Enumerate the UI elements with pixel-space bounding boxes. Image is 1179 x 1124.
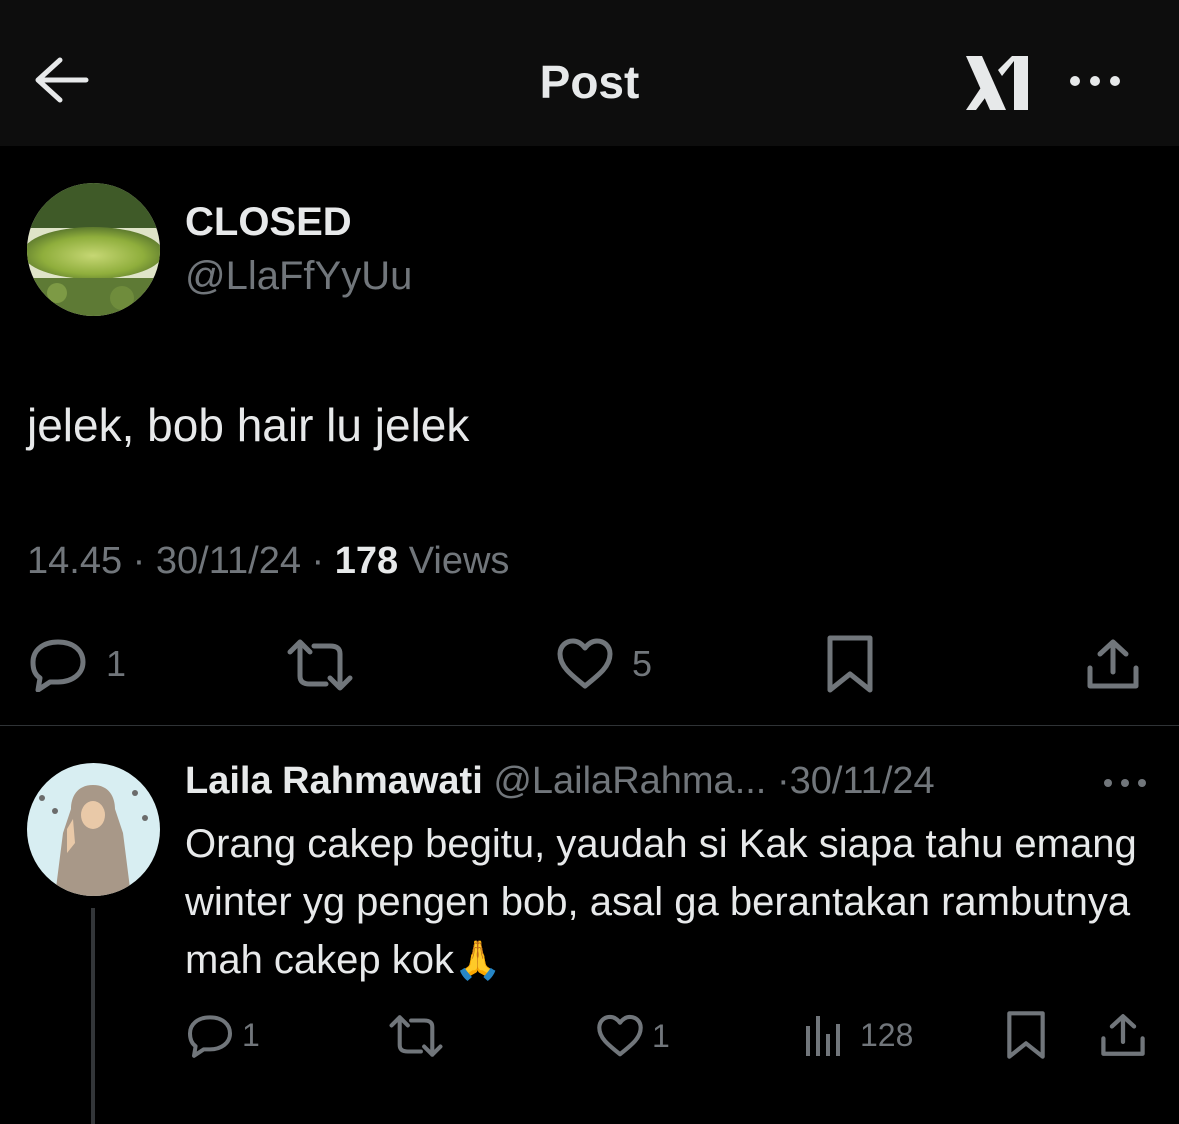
share-button[interactable] [1100,1012,1146,1058]
more-horizontal-icon[interactable] [1065,66,1125,96]
repost-button[interactable] [388,1014,444,1058]
reply-count: 1 [106,643,127,684]
reply-text-block: Orang cakep begitu, yaudah si Kak siapa … [185,815,1145,990]
share-icon [1101,1014,1145,1056]
reply-header: Laila Rahmawati @LailaRahma... ·30/11/24 [185,760,935,803]
views-label: Views [408,540,510,582]
views-count: 128 [860,1016,914,1053]
more-horizontal-icon[interactable] [1100,768,1150,798]
bookmark-icon [1007,1011,1045,1059]
post-meta: 14.45 · 30/11/24 · 178 Views [27,540,509,583]
heart-icon [557,638,613,689]
bookmark-icon [827,635,873,693]
reply-date[interactable]: 30/11/24 [790,760,935,802]
repost-icon [287,639,353,691]
separator-dot: · [132,540,156,582]
reply-button[interactable]: 1 [186,1012,260,1058]
reply-icon [30,639,86,692]
like-count: 5 [632,643,653,684]
pray-emoji-icon: 🙏 [454,940,502,982]
repost-button[interactable] [286,638,354,692]
author-handle[interactable]: @LlaFfYyUu [185,254,412,299]
bookmark-button[interactable] [1006,1010,1046,1060]
like-button[interactable]: 5 [556,638,652,690]
top-bar: Post [0,0,1179,146]
repost-icon [389,1015,443,1057]
views-count: 178 [334,540,399,582]
share-button[interactable] [1086,638,1140,690]
post-time: 14.45 [27,540,123,582]
reply-author-handle[interactable]: @LailaRahma... [493,760,766,802]
author-name[interactable]: CLOSED [185,200,352,245]
heart-icon [597,1014,643,1057]
thread-line [91,908,95,1124]
divider [0,725,1179,726]
reply-button[interactable]: 1 [28,636,126,692]
avatar[interactable] [27,763,160,896]
reply-author-name[interactable]: Laila Rahmawati [185,760,483,802]
share-icon [1087,639,1139,689]
avatar[interactable] [27,183,160,316]
bookmark-button[interactable] [826,634,874,694]
like-count: 1 [652,1017,670,1054]
views-button[interactable]: 128 [802,1012,913,1058]
reply-icon [188,1015,232,1058]
post-date: 30/11/24 [155,540,301,582]
post-text: jelek, bob hair lu jelek [27,399,470,451]
separator-dot: · [776,760,790,802]
reply-text: Orang cakep begitu, yaudah si Kak siapa … [185,822,1137,982]
x-logo-icon[interactable] [962,48,1034,118]
like-button[interactable]: 1 [596,1014,670,1058]
analytics-icon [806,1016,840,1056]
reply-count: 1 [242,1016,260,1053]
separator-dot: · [311,540,335,582]
